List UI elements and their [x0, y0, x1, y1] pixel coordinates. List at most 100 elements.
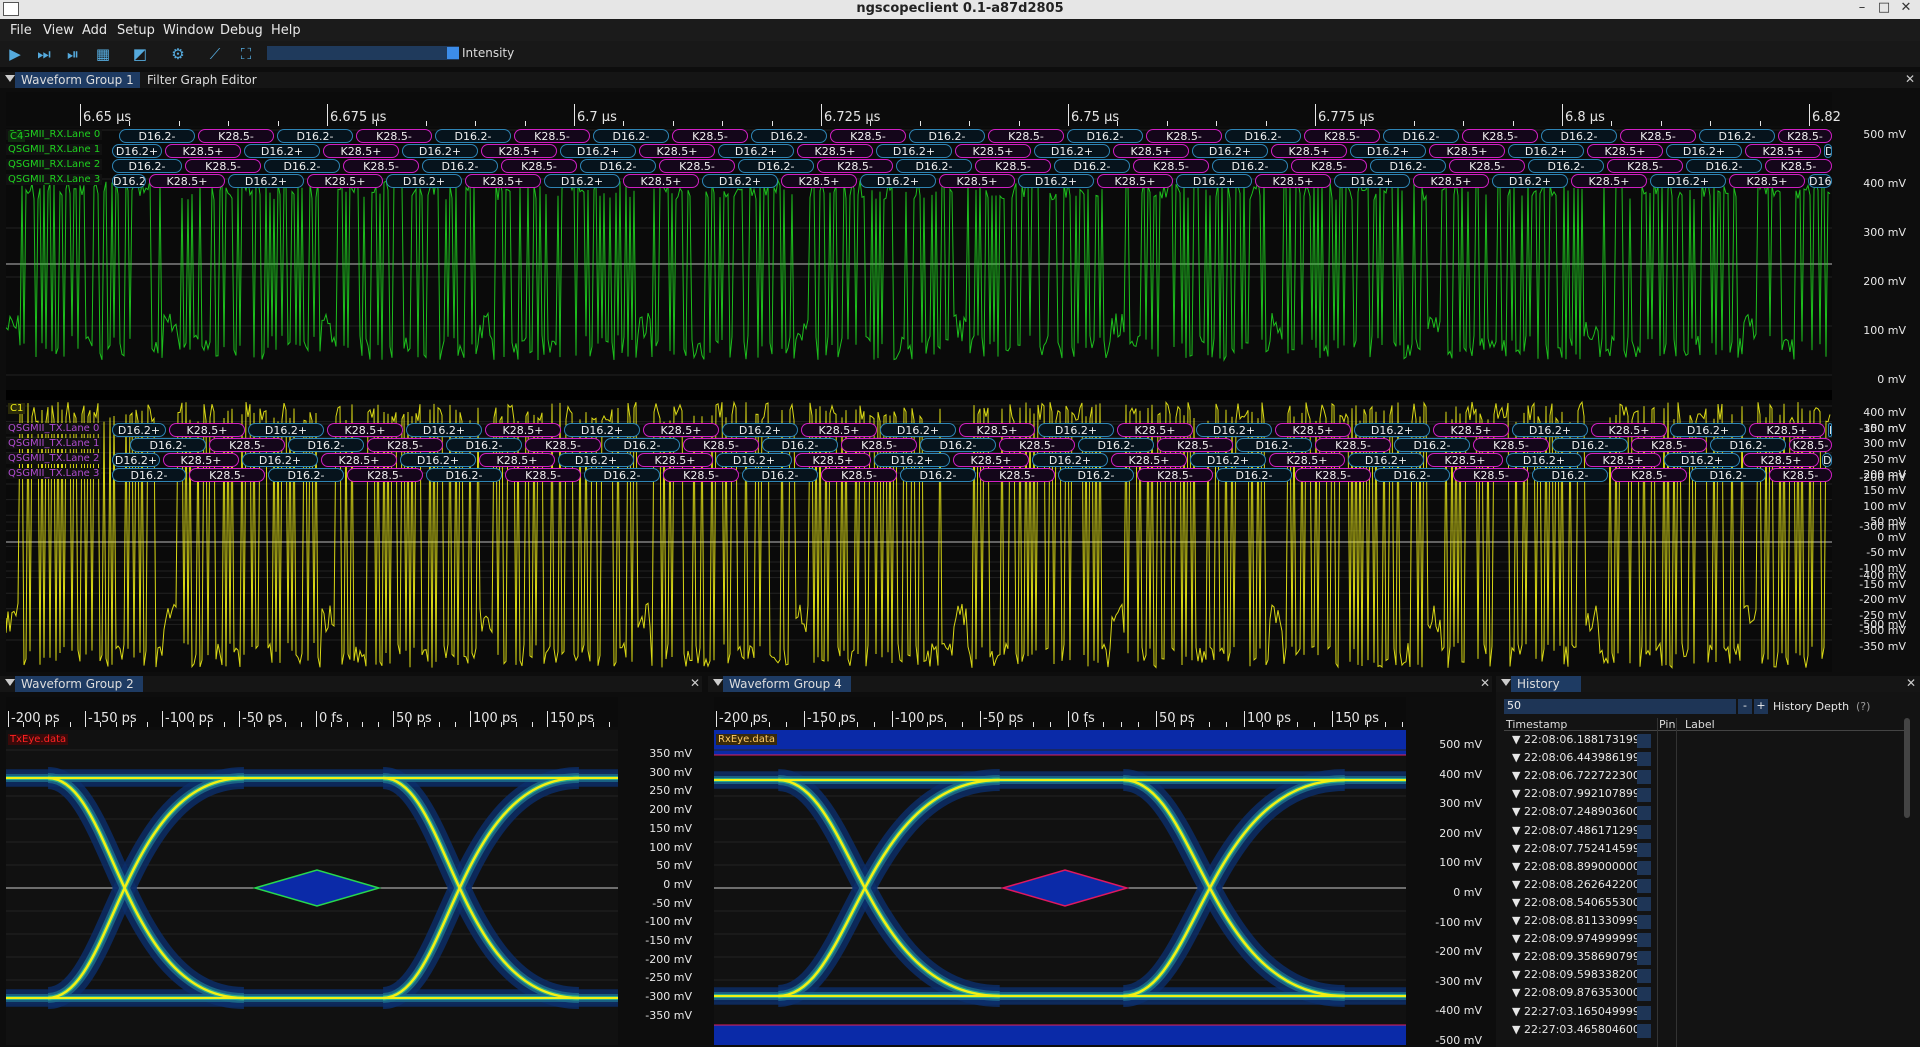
protocol-symbol[interactable]: K28.5+	[1271, 144, 1347, 158]
history-row[interactable]: ▼ 22:08:06.1881731999	[1504, 733, 1908, 749]
protocol-symbol[interactable]: K28.5+	[1111, 453, 1187, 467]
protocol-symbol[interactable]: K28.5-	[975, 159, 1051, 173]
history-pin-checkbox[interactable]	[1637, 770, 1651, 785]
protocol-symbol[interactable]: D16.2+	[1018, 174, 1094, 188]
protocol-symbol[interactable]: K28.5+	[1413, 174, 1489, 188]
protocol-symbol[interactable]: D16.2-	[1552, 438, 1628, 452]
history-pin-checkbox[interactable]	[1637, 915, 1651, 929]
protocol-symbol[interactable]: D16.2-	[119, 129, 195, 143]
protocol-symbol[interactable]: K28.5+	[1591, 423, 1667, 437]
minimize-icon[interactable]: –	[1852, 0, 1872, 19]
protocol-symbol[interactable]: K28.5+	[1571, 174, 1647, 188]
collapse-triangle-icon[interactable]	[5, 75, 15, 82]
protocol-symbol[interactable]: K28.5-	[1304, 129, 1380, 143]
cursor-icon[interactable]: ⟋	[205, 44, 225, 64]
protocol-symbol[interactable]: K28.5-	[209, 438, 285, 452]
protocol-symbol[interactable]: K28.5-	[1631, 438, 1707, 452]
protocol-symbol[interactable]: K28.5+	[1745, 144, 1821, 158]
history-row[interactable]: ▼ 22:08:07.2489036000	[1504, 805, 1908, 821]
protocol-symbol[interactable]: D16.2-	[920, 438, 996, 452]
protocol-symbol[interactable]: D16.2+	[544, 174, 620, 188]
protocol-symbol[interactable]: D16.2-	[1541, 129, 1617, 143]
protocol-symbol[interactable]: D16.2+	[876, 144, 952, 158]
protocol-symbol[interactable]: K28.5+	[1729, 174, 1805, 188]
protocol-symbol[interactable]: K28.5+	[959, 423, 1035, 437]
protocol-symbol[interactable]: D16.2-	[264, 159, 340, 173]
menu-debug[interactable]: Debug	[220, 23, 263, 38]
protocol-symbol[interactable]: D16.2+	[112, 174, 146, 188]
protocol-symbol[interactable]: K28.5+	[1433, 423, 1509, 437]
protocol-symbol[interactable]: D16.2-	[900, 468, 976, 482]
protocol-symbol[interactable]: K28.5-	[999, 438, 1075, 452]
group4-time-ruler[interactable]: -200 ps -150 ps -100 ps -50 ps 0 fs 50 ps 100 …	[714, 697, 1406, 727]
history-row[interactable]: ▼ 22:08:09.8763530000	[1504, 986, 1908, 1002]
menu-window[interactable]: Window	[163, 23, 214, 38]
column-pin[interactable]: Pin	[1659, 718, 1675, 731]
menu-setup[interactable]: Setup	[117, 23, 155, 38]
protocol-symbol[interactable]: K28.5-	[1295, 468, 1371, 482]
protocol-symbol[interactable]: D16.2+	[1196, 423, 1272, 437]
protocol-symbol[interactable]: K28.5+	[465, 174, 541, 188]
protocol-symbol[interactable]: D16.2+	[1666, 144, 1742, 158]
protocol-symbol[interactable]: D16.2+	[1354, 423, 1430, 437]
protocol-symbol[interactable]: K28.5+	[321, 453, 397, 467]
menu-view[interactable]: View	[43, 23, 74, 38]
history-pin-checkbox[interactable]	[1637, 933, 1651, 948]
protocol-symbol[interactable]: K28.5-	[683, 438, 759, 452]
protocol-symbol[interactable]: D16.2+	[1190, 453, 1266, 467]
close-group4-icon[interactable]: ✕	[1480, 676, 1490, 690]
history-pin-checkbox[interactable]	[1637, 788, 1651, 803]
protocol-symbol[interactable]: D16.2-	[593, 129, 669, 143]
history-row[interactable]: ▼ 22:08:07.4861712999	[1504, 824, 1908, 840]
rx-lane-label[interactable]: QSGMII_RX.Lane 2	[6, 159, 103, 170]
protocol-symbol[interactable]: K28.5+	[1255, 174, 1331, 188]
group4-voltage-axis[interactable]: 500 mV 400 mV 300 mV 200 mV 100 mV 0 mV -100 m…	[1406, 730, 1492, 1047]
protocol-symbol[interactable]: D16.2+	[228, 174, 304, 188]
tab-waveform-group-2[interactable]: Waveform Group 2	[15, 676, 143, 692]
protocol-symbol[interactable]: K28.5-	[343, 159, 419, 173]
protocol-symbol[interactable]: D16.2+	[402, 144, 478, 158]
history-depth-plus-button[interactable]: +	[1754, 699, 1768, 714]
tx-lane-label[interactable]: QSGMII_TX.Lane 0	[6, 423, 102, 434]
protocol-symbol[interactable]: K28.5+	[1113, 144, 1189, 158]
rx-lane-label[interactable]: QSGMII_RX.Lane 3	[6, 174, 103, 185]
protocol-symbol[interactable]: D16.2-	[909, 129, 985, 143]
protocol-symbol[interactable]: D16.2-	[1383, 129, 1459, 143]
protocol-symbol[interactable]: D16.2+	[722, 423, 798, 437]
protocol-symbol[interactable]: D16.2+	[112, 144, 162, 158]
protocol-symbol[interactable]: K28.5-	[198, 129, 274, 143]
protocol-symbol[interactable]: K28.5-	[1473, 438, 1549, 452]
protocol-symbol[interactable]: D16.2-	[1054, 159, 1130, 173]
protocol-symbol[interactable]: D16.2+	[874, 453, 950, 467]
protocol-symbol[interactable]: D16.2-	[1236, 438, 1312, 452]
close-history-icon[interactable]: ✕	[1906, 676, 1916, 690]
settings-gear-icon[interactable]: ⚙	[168, 44, 188, 64]
tx-lane-label[interactable]: QSGMII_TX.Lane 2	[6, 453, 102, 464]
tab-waveform-group-4[interactable]: Waveform Group 4	[723, 676, 851, 692]
waveform-icon[interactable]: ▦	[93, 44, 113, 64]
protocol-symbol[interactable]: D16.2-	[112, 468, 186, 482]
protocol-symbol[interactable]: K28.5-	[663, 468, 739, 482]
history-pin-checkbox[interactable]	[1637, 987, 1651, 1002]
protocol-symbol[interactable]: D16.2+	[1824, 144, 1832, 158]
protocol-symbol[interactable]: K28.5+	[1743, 453, 1819, 467]
history-pin-checkbox[interactable]	[1637, 860, 1651, 875]
history-row[interactable]: ▼ 22:08:09.5983382000	[1504, 968, 1908, 984]
tx-lane-label[interactable]: QSGMII_TX.Lane 1	[6, 438, 102, 449]
protocol-symbol[interactable]: K28.5+	[1275, 423, 1351, 437]
protocol-symbol[interactable]: K28.5+	[479, 453, 555, 467]
protocol-symbol[interactable]: D16.2-	[130, 438, 206, 452]
protocol-symbol[interactable]: K28.5+	[1429, 144, 1505, 158]
protocol-symbol[interactable]: D16.2-	[435, 129, 511, 143]
protocol-symbol[interactable]: K28.5+	[623, 174, 699, 188]
run-icon[interactable]: ▶	[5, 44, 25, 64]
protocol-symbol[interactable]: K28.5-	[988, 129, 1064, 143]
history-pin-checkbox[interactable]	[1637, 1023, 1651, 1038]
protocol-symbol[interactable]: D16.2-	[1058, 468, 1134, 482]
column-label[interactable]: Label	[1685, 718, 1715, 731]
protocol-symbol[interactable]: D16.2+	[386, 174, 462, 188]
protocol-symbol[interactable]: D16.2-	[1710, 438, 1786, 452]
protocol-symbol[interactable]: K28.5+	[163, 453, 239, 467]
history-row[interactable]: ▼ 22:08:09.3586907999	[1504, 950, 1908, 966]
protocol-symbol[interactable]: D16.2+	[1508, 144, 1584, 158]
